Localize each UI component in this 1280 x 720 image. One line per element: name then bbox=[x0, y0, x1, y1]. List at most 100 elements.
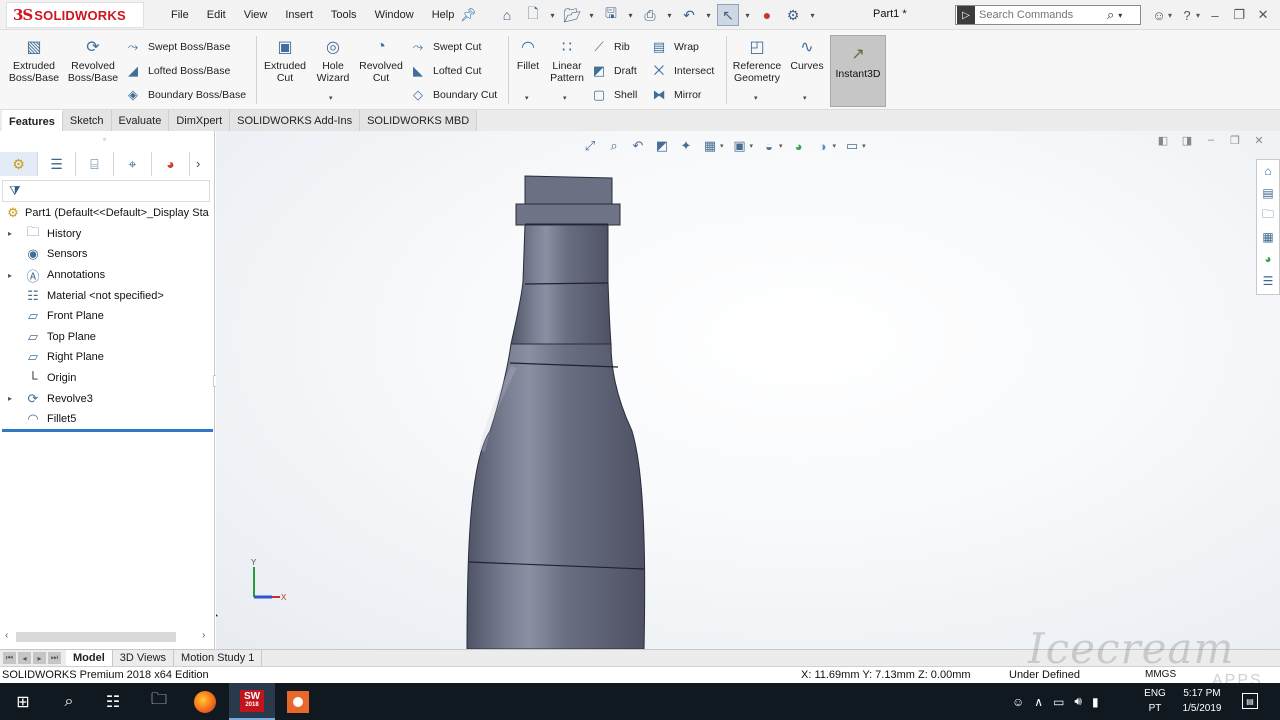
close-icon[interactable]: ✕ bbox=[1254, 4, 1272, 26]
restore-icon[interactable]: ❐ bbox=[1230, 4, 1248, 26]
dimxpert-manager-tab-icon[interactable]: ⌖ bbox=[114, 152, 152, 176]
bottle-model[interactable] bbox=[216, 131, 1280, 649]
tree-item-material[interactable]: ☷ Material <not specified> bbox=[0, 285, 215, 306]
expand-arrow-icon[interactable]: ▸ bbox=[8, 229, 16, 238]
menu-window[interactable]: Window bbox=[366, 9, 423, 21]
tree-filter-field[interactable]: ⧩ bbox=[2, 180, 210, 202]
graphics-area[interactable]: ⤢ ⌕ ↶ ◩ ✦ ▦ ▾ ▣ ▾ ◒ ▾ ◕ ◑ ▾ ▭ ▾ ◧ ◨ – ❐ ✕ ⌂ ▤… bbox=[216, 131, 1280, 649]
menu-view[interactable]: View bbox=[235, 9, 277, 21]
tab-sketch[interactable]: Sketch bbox=[62, 110, 112, 131]
user-icon[interactable]: ☺ bbox=[1150, 4, 1168, 26]
last-tab-icon[interactable]: ⏭︎ bbox=[48, 652, 61, 664]
rib-button[interactable]: ⟋ Rib bbox=[590, 38, 629, 56]
instant3d-button[interactable]: ↗ Instant3D bbox=[830, 35, 886, 107]
previous-tab-icon[interactable]: ◂ bbox=[18, 652, 31, 664]
pin-menu-icon[interactable]: 📌︎ bbox=[460, 7, 477, 23]
tab-motion-study[interactable]: Motion Study 1 bbox=[174, 650, 263, 666]
chevron-down-icon[interactable]: ▾ bbox=[665, 4, 674, 26]
lofted-cut-button[interactable]: ◣ Lofted Cut bbox=[409, 62, 481, 80]
chevron-down-icon[interactable]: ▾ bbox=[626, 4, 635, 26]
chevron-down-icon[interactable]: ▾ bbox=[329, 94, 333, 102]
home-icon[interactable]: ⌂ bbox=[496, 4, 518, 26]
people-icon[interactable]: ☺ bbox=[1012, 695, 1024, 709]
tree-item-front-plane[interactable]: ▱ Front Plane bbox=[0, 306, 215, 327]
clock[interactable]: 5:17 PM 1/5/2019 bbox=[1174, 686, 1230, 716]
windows-start-icon[interactable]: ⊞ bbox=[0, 683, 46, 720]
horizontal-scrollbar[interactable]: ‹ › bbox=[0, 629, 215, 645]
show-hidden-icons-icon[interactable]: ∧ bbox=[1034, 695, 1043, 709]
extruded-boss-button[interactable]: ▧ Extruded Boss/Base bbox=[8, 36, 60, 84]
reference-geometry-button[interactable]: ◰ Reference Geometry bbox=[730, 36, 784, 84]
chevron-down-icon[interactable]: ▾ bbox=[754, 94, 758, 102]
search-input[interactable] bbox=[975, 7, 1105, 23]
swept-cut-button[interactable]: ⤳ Swept Cut bbox=[409, 38, 482, 56]
property-manager-tab-icon[interactable]: ☰ bbox=[38, 152, 76, 176]
select-pointer-icon[interactable]: ↖ bbox=[717, 4, 739, 26]
tab-features[interactable]: Features bbox=[2, 110, 63, 131]
next-tab-icon[interactable]: ▸ bbox=[33, 652, 46, 664]
first-tab-icon[interactable]: ⏮︎ bbox=[3, 652, 16, 664]
rebuild-traffic-light-icon[interactable]: ● bbox=[756, 4, 778, 26]
battery-icon[interactable]: ▮ bbox=[1092, 695, 1099, 709]
tab-evaluate[interactable]: Evaluate bbox=[111, 110, 170, 131]
hole-wizard-button[interactable]: ◎ Hole Wizard bbox=[312, 36, 354, 84]
chevron-down-icon[interactable]: ▾ bbox=[808, 4, 817, 26]
solidworks-taskbar-button[interactable]: SW 2018 bbox=[229, 683, 275, 720]
file-explorer-icon[interactable]: 🗀︎ bbox=[136, 683, 182, 720]
chevron-down-icon[interactable]: ▾ bbox=[548, 4, 557, 26]
solidworks-logo[interactable]: 3S SOLIDWORKS bbox=[6, 2, 144, 28]
unit-system[interactable]: MMGS bbox=[1145, 669, 1176, 680]
draft-button[interactable]: ◩ Draft bbox=[590, 62, 637, 80]
revolved-cut-button[interactable]: ◔ Revolved Cut bbox=[356, 36, 406, 84]
display-manager-tab-icon[interactable]: ◕ bbox=[152, 152, 190, 176]
tree-item-history[interactable]: ▸ 🗀︎ History bbox=[0, 224, 215, 245]
options-gear-icon[interactable]: ⚙ bbox=[782, 4, 804, 26]
undo-icon[interactable]: ↶ bbox=[678, 4, 700, 26]
chevron-down-icon[interactable]: ▾ bbox=[704, 4, 713, 26]
chevron-down-icon[interactable]: ▾ bbox=[587, 4, 596, 26]
chevron-down-icon[interactable]: ▾ bbox=[525, 94, 529, 102]
tree-item-fillet5[interactable]: ◠ Fillet5 bbox=[0, 409, 215, 430]
save-icon[interactable]: 🖫︎ bbox=[600, 4, 622, 26]
new-document-icon[interactable]: 🗋︎ bbox=[522, 4, 544, 26]
extruded-cut-button[interactable]: ▣ Extruded Cut bbox=[260, 36, 310, 84]
tree-item-revolve3[interactable]: ▸ ⟳ Revolve3 bbox=[0, 388, 215, 409]
revolved-boss-button[interactable]: ⟳ Revolved Boss/Base bbox=[66, 36, 120, 84]
curves-button[interactable]: ∿ Curves bbox=[788, 36, 826, 72]
chevron-down-icon[interactable]: ▾ bbox=[803, 94, 807, 102]
chevron-down-icon[interactable]: ▾ bbox=[1196, 11, 1200, 20]
chevron-down-icon[interactable]: ▾ bbox=[563, 94, 567, 102]
feature-manager-tab-icon[interactable]: ⚙ bbox=[0, 152, 38, 176]
chevron-right-icon[interactable]: › bbox=[196, 156, 200, 171]
notifications-icon[interactable]: ▤ bbox=[1242, 693, 1258, 709]
tree-item-annotations[interactable]: ▸ Ⓐ Annotations bbox=[0, 265, 215, 286]
rollback-bar[interactable] bbox=[2, 429, 213, 432]
tree-item-sensors[interactable]: ◉ Sensors bbox=[0, 244, 215, 265]
tab-addins[interactable]: SOLIDWORKS Add-Ins bbox=[230, 110, 361, 131]
scroll-right-icon[interactable]: › bbox=[202, 630, 205, 641]
wrap-button[interactable]: ▤ Wrap bbox=[650, 38, 699, 56]
mirror-button[interactable]: ⧓ Mirror bbox=[650, 86, 702, 104]
tree-root-part[interactable]: ⚙ Part1 (Default<<Default>_Display Sta bbox=[0, 203, 215, 224]
boundary-boss-button[interactable]: ◈ Boundary Boss/Base bbox=[124, 86, 246, 104]
network-icon[interactable]: ▭ bbox=[1053, 695, 1064, 709]
tab-model[interactable]: Model bbox=[66, 650, 113, 666]
bottle-body[interactable] bbox=[466, 175, 646, 649]
menu-edit[interactable]: Edit bbox=[198, 9, 235, 21]
fillet-button[interactable]: ◠ Fillet bbox=[513, 36, 543, 72]
chevron-down-icon[interactable]: ▾ bbox=[1168, 11, 1172, 20]
tab-dimxpert[interactable]: DimXpert bbox=[169, 110, 231, 131]
menu-file[interactable]: File bbox=[162, 9, 198, 21]
print-icon[interactable]: ⎙ bbox=[639, 4, 661, 26]
boundary-cut-button[interactable]: ◇ Boundary Cut bbox=[409, 86, 497, 104]
tab-3d-views[interactable]: 3D Views bbox=[113, 650, 175, 666]
lofted-boss-button[interactable]: ◢ Lofted Boss/Base bbox=[124, 62, 230, 80]
scroll-left-icon[interactable]: ‹ bbox=[5, 630, 8, 641]
task-view-icon[interactable]: ☷ bbox=[90, 683, 136, 720]
shell-button[interactable]: ▢ Shell bbox=[590, 86, 638, 104]
configuration-manager-tab-icon[interactable]: ⌸ bbox=[76, 152, 114, 176]
tab-mbd[interactable]: SOLIDWORKS MBD bbox=[360, 110, 478, 131]
input-language[interactable]: ENG PT bbox=[1142, 686, 1168, 716]
expand-arrow-icon[interactable]: ▸ bbox=[8, 394, 16, 403]
intersect-button[interactable]: ⨉ Intersect bbox=[650, 62, 714, 80]
